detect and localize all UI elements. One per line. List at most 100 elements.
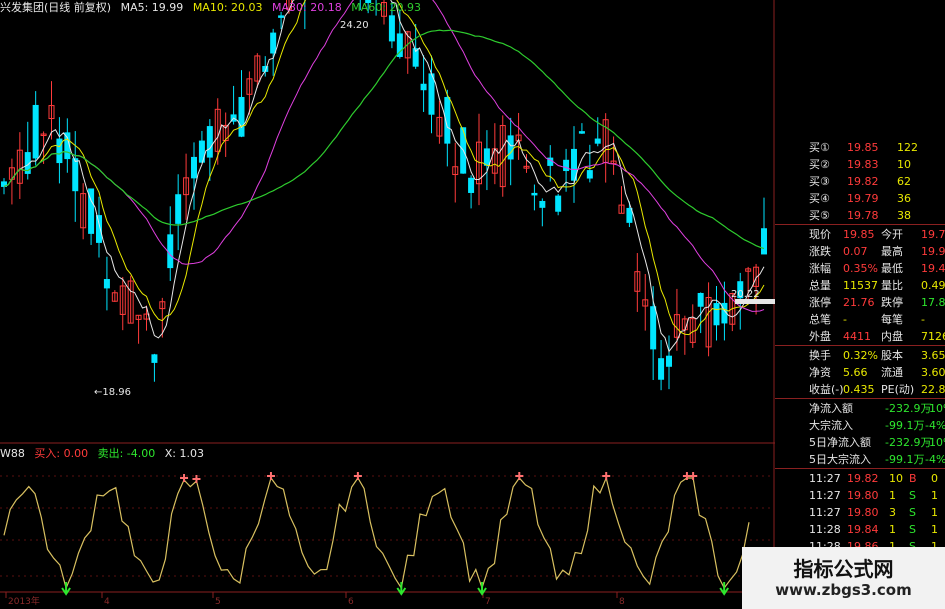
bid-label: 买④ bbox=[809, 192, 830, 205]
candle-body bbox=[531, 192, 538, 196]
flow-row: 5日大宗流入 -99.1万 -4% bbox=[775, 452, 945, 467]
quote-value: 0.49 bbox=[921, 279, 945, 292]
quote-label: 流通 bbox=[881, 366, 903, 379]
quote-row: 涨跌 0.07 最高 19.95 bbox=[775, 244, 945, 259]
bid-volume: 10 bbox=[897, 158, 911, 171]
flow-row: 大宗流入 -99.1万 -4% bbox=[775, 418, 945, 433]
candle-body bbox=[468, 177, 475, 193]
candle-body bbox=[167, 234, 174, 269]
quote-value: 0.32% bbox=[843, 349, 878, 362]
quote-value: 22.8 bbox=[921, 383, 945, 396]
sell-signal-icon bbox=[515, 472, 524, 480]
tick-count: 1 bbox=[931, 523, 938, 536]
indicator-sell: 卖出: -4.00 bbox=[97, 447, 156, 460]
low-price-label: ←18.96 bbox=[94, 387, 131, 398]
quote-label: 涨跌 bbox=[809, 245, 831, 258]
flow-row: 5日净流入额-232.9万-10% bbox=[775, 435, 945, 450]
quote-value: 11537 bbox=[843, 279, 878, 292]
bid-volume: 62 bbox=[897, 175, 911, 188]
bid-label: 买① bbox=[809, 141, 830, 154]
tick-count: 1 bbox=[931, 489, 938, 502]
quote-panel: 买① 19.85 122 买② 19.83 10 买③ 19.82 62 买④ 19.79 36 买⑤ 1… bbox=[775, 138, 945, 609]
candle-body bbox=[713, 303, 720, 326]
quote-label: PE(动) bbox=[881, 383, 915, 396]
quote-value: 0.435 bbox=[843, 383, 875, 396]
sell-signal-icon bbox=[353, 472, 362, 480]
x-axis-label: 8 bbox=[619, 597, 625, 607]
candle-body bbox=[206, 126, 213, 158]
quote-row: 外盘 4411 内盘 7126 bbox=[775, 329, 945, 344]
quote-label: 每笔 bbox=[881, 313, 903, 326]
x-axis-label: 7 bbox=[485, 597, 491, 607]
ma5-label: MA5: 19.99 bbox=[120, 1, 184, 14]
candle-body bbox=[270, 32, 277, 54]
quote-label: 现价 bbox=[809, 228, 831, 241]
quote-value: 17.80 bbox=[921, 296, 945, 309]
quote-value: 21.76 bbox=[843, 296, 875, 309]
candle-body bbox=[650, 306, 657, 350]
panel-separator bbox=[775, 345, 945, 346]
tick-price: 19.80 bbox=[847, 489, 879, 502]
sell-signal-icon bbox=[602, 472, 611, 480]
candle-body bbox=[539, 200, 546, 208]
stock-title: 兴发集团(日线 前复权) bbox=[0, 1, 112, 14]
candle-body bbox=[428, 73, 435, 115]
tick-side: S bbox=[909, 506, 916, 519]
indicator-x: X: 1.03 bbox=[164, 447, 204, 460]
candle-body bbox=[697, 292, 704, 307]
quote-value: 3.60亿 bbox=[921, 366, 945, 379]
flow-label: 大宗流入 bbox=[809, 419, 853, 432]
tick-volume: 1 bbox=[889, 489, 896, 502]
quote-label: 外盘 bbox=[809, 330, 831, 343]
quote-row: 收益(-) 0.435 PE(动) 22.8 bbox=[775, 382, 945, 397]
candlestick-chart[interactable]: 24.20←18.9620.2222.5021.5021.0020.5020.0… bbox=[0, 0, 775, 609]
candle-body bbox=[594, 138, 601, 144]
bid-price: 19.78 bbox=[847, 209, 879, 222]
tick-volume: 10 bbox=[889, 472, 903, 485]
candle-body bbox=[507, 135, 514, 160]
panel-separator bbox=[775, 468, 945, 469]
quote-row: 换手 0.32%股本 3.65亿 bbox=[775, 348, 945, 363]
flow-label: 5日净流入额 bbox=[809, 436, 871, 449]
tick-count: 1 bbox=[931, 506, 938, 519]
chart-header: 兴发集团(日线 前复权) MA5: 19.99 MA10: 20.03 MA30… bbox=[0, 0, 427, 16]
bid-price: 19.83 bbox=[847, 158, 879, 171]
candle-body bbox=[578, 131, 585, 134]
order-book-row: 买② 19.83 10 bbox=[775, 157, 945, 172]
candle-body bbox=[483, 148, 490, 166]
candle-body bbox=[72, 158, 79, 192]
quote-row: 涨停 21.76 跌停 17.80 bbox=[775, 295, 945, 310]
quote-row: 总笔 - 每笔 - bbox=[775, 312, 945, 327]
flow-pct: -4% bbox=[925, 419, 945, 432]
bid-volume: 36 bbox=[897, 192, 911, 205]
order-book-row: 买③ 19.82 62 bbox=[775, 174, 945, 189]
quote-value: - bbox=[921, 313, 925, 326]
chart-area[interactable]: 24.20←18.9620.2222.5021.5021.0020.5020.0… bbox=[0, 0, 775, 609]
quote-label: 换手 bbox=[809, 349, 831, 362]
bid-volume: 122 bbox=[897, 141, 918, 154]
candle-body bbox=[191, 156, 197, 179]
tick-side: B bbox=[909, 472, 917, 485]
quote-row: 涨幅 0.35%最低 19.48 bbox=[775, 261, 945, 276]
flow-pct: -10% bbox=[925, 402, 945, 415]
quote-value: 19.95 bbox=[921, 245, 945, 258]
tick-price: 19.84 bbox=[847, 523, 879, 536]
tick-side: S bbox=[909, 489, 916, 502]
order-book-row: 买① 19.85 122 bbox=[775, 140, 945, 155]
high-price-label: 24.20 bbox=[340, 20, 369, 31]
quote-label: 股本 bbox=[881, 349, 903, 362]
quote-row: 总量 11537 量比 0.49 bbox=[775, 278, 945, 293]
quote-label: 最低 bbox=[881, 262, 903, 275]
sell-signal-icon bbox=[180, 474, 189, 482]
quote-label: 收益(-) bbox=[809, 383, 844, 396]
order-book-row: 买⑤ 19.78 38 bbox=[775, 208, 945, 223]
ma5-line bbox=[3, 0, 765, 353]
quote-label: 今开 bbox=[881, 228, 903, 241]
tick-volume: 3 bbox=[889, 506, 896, 519]
tick-time: 11:28 bbox=[809, 523, 841, 536]
ma30-label: MA30: 20.18 bbox=[272, 1, 342, 14]
quote-label: 内盘 bbox=[881, 330, 903, 343]
flow-value: -99.1万 bbox=[885, 419, 925, 432]
tick-volume: 1 bbox=[889, 523, 896, 536]
candle-body bbox=[658, 358, 665, 380]
